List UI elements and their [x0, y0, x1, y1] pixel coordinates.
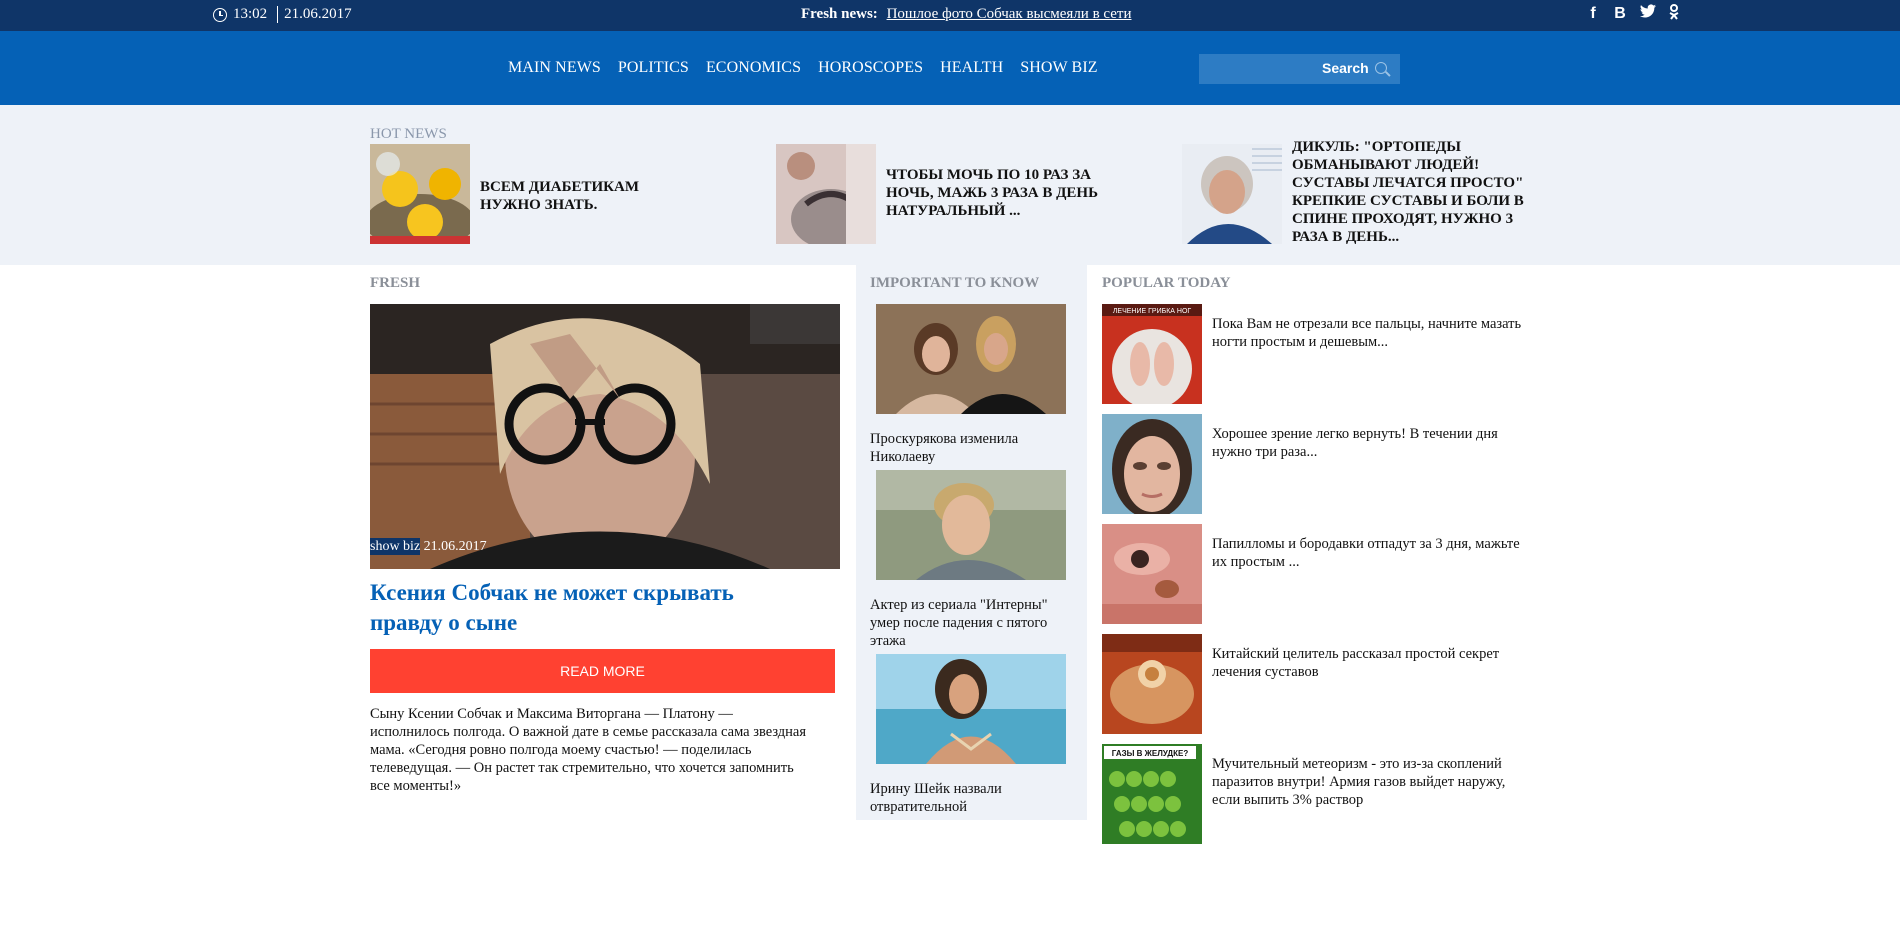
popular-thumbnail[interactable] [1102, 524, 1202, 624]
vkontakte-icon[interactable]: B [1613, 4, 1627, 26]
fresh-article-description: Сыну Ксении Собчак и Максима Виторгана —… [370, 706, 807, 794]
popular-item[interactable]: ГАЗЫ В ЖЕЛУДКЕ? Мучительный метеоризм - … [1102, 744, 1542, 844]
hot-news-section: HOT NEWS Всем диабетикам нужно знать. Чт… [0, 105, 1900, 265]
featured-photo[interactable] [370, 304, 840, 569]
fresh-article-title[interactable]: Ксения Собчак не может скрывать правду о… [370, 578, 810, 638]
popular-caption[interactable]: Мучительный метеоризм - это из-за скопле… [1212, 755, 1532, 844]
popular-section-title: POPULAR TODAY [1102, 275, 1231, 291]
main-menu: MAIN NEWS POLITICS ECONOMICS HOROSCOPES … [508, 59, 1098, 77]
divider [277, 6, 279, 23]
nav-politics[interactable]: POLITICS [618, 59, 689, 77]
important-item[interactable]: Ирину Шейк назвали отвратительной [870, 654, 1070, 816]
important-caption[interactable]: Актер из сериала "Интерны" умер после па… [870, 596, 1070, 650]
important-section: IMPORTANT TO KNOW Проскурякова изменила … [856, 265, 1087, 820]
popular-caption[interactable]: Хорошее зрение легко вернуть! В течении … [1212, 425, 1532, 514]
important-item[interactable]: Проскурякова изменила Николаеву [870, 304, 1070, 466]
datetime: 13:02 21.06.2017 [213, 6, 352, 23]
hot-news-item[interactable]: Дикуль: "Ортопеды обманывают людей! Суст… [1182, 139, 1532, 246]
fresh-section-title: FRESH [370, 275, 421, 291]
main-nav-bar: MAIN NEWS POLITICS ECONOMICS HOROSCOPES … [0, 31, 1900, 105]
facebook-icon[interactable]: f [1586, 4, 1600, 26]
important-thumbnail[interactable] [876, 304, 1066, 414]
popular-caption[interactable]: Папилломы и бородавки отпадут за 3 дня, … [1212, 535, 1532, 624]
nav-economics[interactable]: ECONOMICS [706, 59, 801, 77]
popular-thumbnail[interactable] [1102, 634, 1202, 734]
hot-news-item[interactable]: Всем диабетикам нужно знать. [370, 144, 640, 244]
search-button[interactable]: Search [1322, 60, 1369, 76]
thumbnail-caption: ГАЗЫ В ЖЕЛУДКЕ? [1112, 749, 1189, 758]
popular-caption[interactable]: Пока Вам не отрезали все пальцы, начните… [1212, 315, 1532, 404]
nav-health[interactable]: HEALTH [940, 59, 1003, 77]
important-caption[interactable]: Ирину Шейк назвали отвратительной [870, 780, 1070, 816]
popular-item[interactable]: Китайский целитель рассказал простой сек… [1102, 634, 1542, 734]
popular-thumbnail[interactable] [1102, 414, 1202, 514]
twitter-icon[interactable] [1640, 4, 1656, 26]
important-thumbnail[interactable] [876, 470, 1066, 580]
top-bar: 13:02 21.06.2017 Fresh news: Пошлое фото… [0, 0, 1900, 31]
nav-show-biz[interactable]: SHOW BIZ [1020, 59, 1097, 77]
current-date: 21.06.2017 [284, 6, 352, 22]
hot-news-title[interactable]: Всем диабетикам нужно знать. [480, 178, 640, 244]
important-section-title: IMPORTANT TO KNOW [870, 275, 1040, 291]
popular-item[interactable]: Папилломы и бородавки отпадут за 3 дня, … [1102, 524, 1542, 624]
social-links: f B [1586, 4, 1681, 26]
nav-main-news[interactable]: MAIN NEWS [508, 59, 601, 77]
search-box: Search [1199, 54, 1400, 84]
fresh-news-label: Fresh news: [801, 6, 878, 22]
fresh-news-link[interactable]: Пошлое фото Собчак высмеяли в сети [887, 6, 1132, 22]
popular-item[interactable]: ЛЕЧЕНИЕ ГРИБКА НОГ Пока Вам не отрезали … [1102, 304, 1542, 404]
search-icon[interactable] [1375, 62, 1387, 74]
hot-news-thumbnail[interactable] [370, 144, 470, 244]
important-caption[interactable]: Проскурякова изменила Николаеву [870, 430, 1070, 466]
nav-horoscopes[interactable]: HOROSCOPES [818, 59, 923, 77]
hot-news-thumbnail[interactable] [1182, 144, 1282, 244]
thumbnail-caption: ЛЕЧЕНИЕ ГРИБКА НОГ [1113, 308, 1192, 315]
popular-caption[interactable]: Китайский целитель рассказал простой сек… [1212, 645, 1532, 734]
important-thumbnail[interactable] [876, 654, 1066, 764]
read-more-button[interactable]: READ MORE [370, 649, 835, 693]
popular-thumbnail[interactable]: ЛЕЧЕНИЕ ГРИБКА НОГ [1102, 304, 1202, 404]
odnoklassniki-icon[interactable] [1667, 4, 1681, 26]
popular-thumbnail[interactable]: ГАЗЫ В ЖЕЛУДКЕ? [1102, 744, 1202, 844]
hot-news-title[interactable]: Дикуль: "Ортопеды обманывают людей! Суст… [1292, 138, 1532, 246]
article-date: 21.06.2017 [423, 539, 487, 554]
important-item[interactable]: Актер из сериала "Интерны" умер после па… [870, 470, 1070, 650]
clock-icon [213, 7, 227, 22]
category-badge[interactable]: show biz [370, 538, 421, 555]
popular-item[interactable]: Хорошее зрение легко вернуть! В течении … [1102, 414, 1542, 514]
hot-news-title[interactable]: Чтобы мочь по 10 раз за ночь, мажь 3 раз… [886, 166, 1116, 244]
fresh-news-ticker: Fresh news: Пошлое фото Собчак высмеяли … [801, 6, 1132, 23]
hot-news-item[interactable]: Чтобы мочь по 10 раз за ночь, мажь 3 раз… [776, 144, 1116, 244]
article-meta: show biz 21.06.2017 [370, 538, 487, 555]
current-time: 13:02 [233, 6, 268, 22]
hot-news-label: HOT NEWS [370, 126, 447, 142]
hot-news-thumbnail[interactable] [776, 144, 876, 244]
search-input[interactable] [1199, 54, 1319, 84]
fresh-main-image[interactable]: show biz 21.06.2017 [370, 304, 840, 569]
